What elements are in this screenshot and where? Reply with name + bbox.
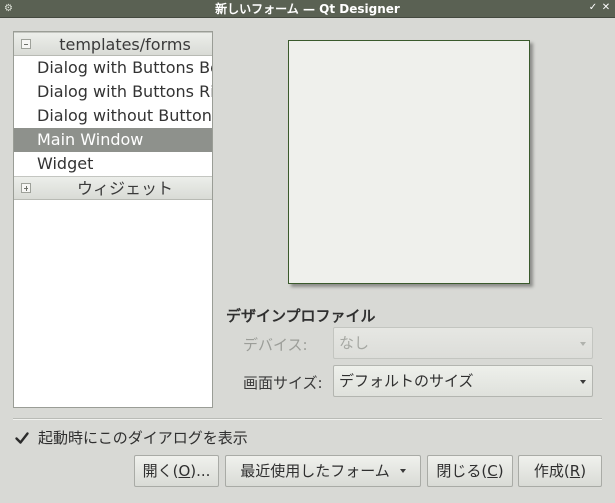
chevron-down-icon: [580, 342, 586, 346]
tree-category-widgets[interactable]: ウィジェット: [14, 176, 212, 200]
show-on-startup-label: 起動時にこのダイアログを表示: [38, 429, 248, 447]
create-label-suffix: ): [580, 462, 587, 480]
tree-category-label: templates/forms: [59, 35, 191, 54]
window-title: 新しいフォーム — Qt Designer: [215, 2, 400, 16]
chevron-down-icon: [399, 469, 406, 473]
create-label: 作成(: [533, 462, 570, 480]
minimize-icon[interactable]: ✓: [587, 2, 599, 14]
template-tree[interactable]: templates/forms Dialog with Buttons Bo… …: [13, 31, 213, 408]
open-label: 開く(: [142, 462, 179, 480]
open-mnemonic: O: [178, 462, 191, 480]
separator: [13, 418, 602, 420]
title-bar: ⚙ 新しいフォーム — Qt Designer ✓ ✕: [0, 0, 615, 18]
device-label: デバイス:: [243, 336, 308, 354]
screen-size-combo[interactable]: デフォルトのサイズ: [333, 365, 593, 397]
device-value: なし: [339, 334, 370, 352]
collapse-icon[interactable]: [21, 39, 31, 49]
close-mnemonic: C: [487, 462, 498, 480]
close-button[interactable]: 閉じる(C): [427, 455, 513, 487]
tree-item-main-window[interactable]: Main Window: [14, 128, 212, 152]
create-button[interactable]: 作成(R): [518, 455, 602, 487]
tree-item-dialog-without-buttons[interactable]: Dialog without Buttons: [14, 104, 212, 128]
recent-forms-button[interactable]: 最近使用したフォーム: [225, 455, 421, 487]
tree-category-templates-forms[interactable]: templates/forms: [14, 32, 212, 56]
create-mnemonic: R: [569, 462, 581, 480]
recent-forms-label: 最近使用したフォーム: [240, 462, 390, 480]
close-label: 閉じる(: [436, 462, 488, 480]
open-label-suffix: )...: [190, 462, 211, 480]
form-preview: [288, 40, 530, 284]
chevron-down-icon[interactable]: [580, 380, 586, 384]
tree-item-dialog-buttons-bottom[interactable]: Dialog with Buttons Bo…: [14, 56, 212, 80]
tree-item-widget[interactable]: Widget: [14, 152, 212, 176]
screen-size-value: デフォルトのサイズ: [339, 372, 474, 390]
tree-category-label: ウィジェット: [76, 179, 173, 198]
close-label-suffix: ): [497, 462, 504, 480]
device-combo: なし: [333, 327, 593, 359]
design-profile-title: デザインプロファイル: [226, 307, 376, 325]
tree-item-dialog-buttons-right[interactable]: Dialog with Buttons Ri…: [14, 80, 212, 104]
expand-icon[interactable]: [21, 183, 31, 193]
screen-size-label: 画面サイズ:: [243, 374, 323, 392]
open-button[interactable]: 開く(O)...: [134, 455, 219, 487]
close-icon[interactable]: ✕: [600, 2, 612, 14]
checkbox-checked-icon[interactable]: [14, 430, 30, 446]
